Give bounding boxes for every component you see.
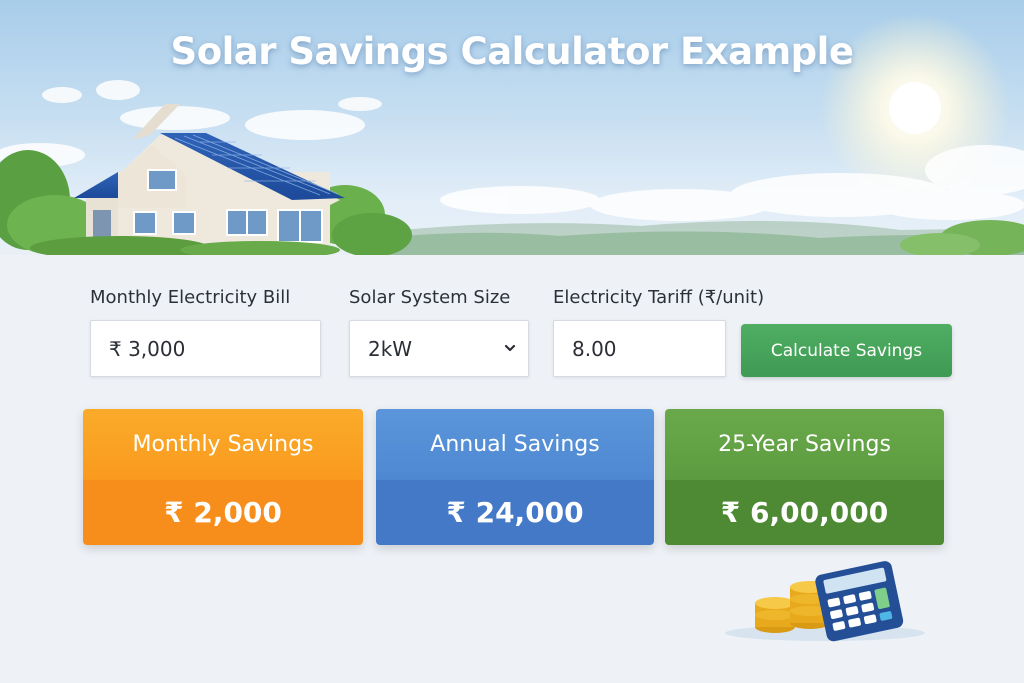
- system-size-label: Solar System Size: [349, 287, 511, 308]
- monthly-savings-value: ₹ 2,000: [83, 480, 363, 545]
- annual-savings-title: Annual Savings: [376, 409, 654, 480]
- monthly-savings-card: Monthly Savings ₹ 2,000: [83, 409, 363, 545]
- tariff-value: 8.00: [572, 336, 617, 361]
- chevron-down-icon: [504, 344, 516, 352]
- calculate-savings-button[interactable]: Calculate Savings: [741, 324, 952, 377]
- 25-year-savings-card: 25-Year Savings ₹ 6,00,000: [665, 409, 944, 545]
- tariff-input[interactable]: 8.00: [553, 320, 726, 377]
- hero-banner: Solar Savings Calculator Example: [0, 0, 1024, 255]
- calculator-coins-illustration: [725, 561, 925, 642]
- 25-year-savings-value: ₹ 6,00,000: [665, 480, 944, 545]
- annual-savings-card: Annual Savings ₹ 24,000: [376, 409, 654, 545]
- monthly-bill-label: Monthly Electricity Bill: [90, 287, 291, 308]
- system-size-value: 2kW: [368, 336, 413, 361]
- monthly-bill-value: ₹ 3,000: [109, 336, 186, 361]
- system-size-select[interactable]: 2kW: [349, 320, 529, 377]
- monthly-bill-input[interactable]: ₹ 3,000: [90, 320, 321, 377]
- annual-savings-value: ₹ 24,000: [376, 480, 654, 545]
- 25-year-savings-title: 25-Year Savings: [665, 409, 944, 480]
- page-title: Solar Savings Calculator Example: [170, 30, 854, 73]
- tariff-label: Electricity Tariff (₹/unit): [553, 287, 765, 308]
- monthly-savings-title: Monthly Savings: [83, 409, 363, 480]
